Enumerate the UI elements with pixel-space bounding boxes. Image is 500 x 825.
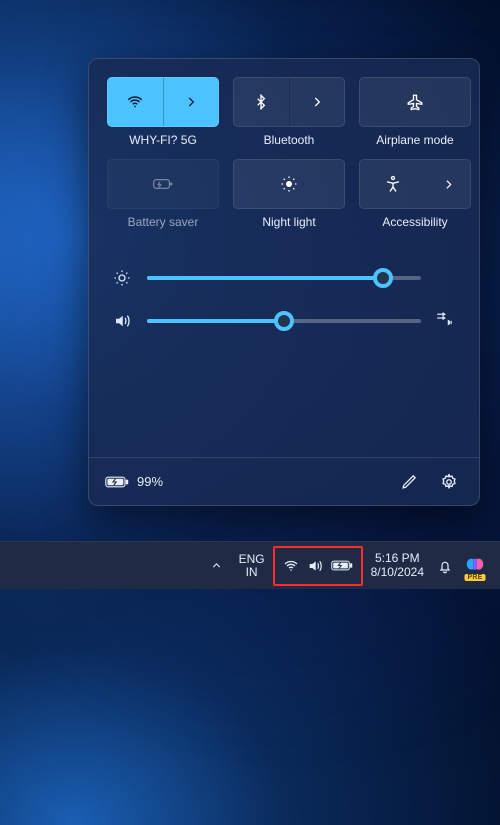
bell-icon: [437, 558, 453, 574]
wifi-icon: [126, 93, 144, 111]
brightness-slider[interactable]: [147, 276, 421, 280]
gear-icon: [440, 473, 458, 491]
brightness-icon: [113, 269, 133, 287]
accessibility-toggle[interactable]: [359, 159, 471, 209]
bluetooth-toggle-main[interactable]: [234, 78, 289, 126]
bluetooth-toggle[interactable]: [233, 77, 345, 127]
battery-charging-icon: [105, 475, 129, 489]
battery-saver-icon: [153, 176, 173, 192]
brightness-thumb[interactable]: [373, 268, 393, 288]
airplane-toggle[interactable]: [359, 77, 471, 127]
tray-wifi-icon: [283, 558, 299, 574]
brightness-row: [113, 269, 455, 287]
panel-footer: 99%: [89, 457, 479, 505]
night-light-toggle[interactable]: [233, 159, 345, 209]
copilot-button[interactable]: PRE: [458, 546, 492, 586]
sliders: [89, 233, 479, 358]
bluetooth-label: Bluetooth: [264, 133, 315, 147]
wifi-expand[interactable]: [164, 78, 219, 126]
airplane-label: Airplane mode: [376, 133, 453, 147]
language-line2: IN: [246, 566, 258, 579]
battery-text: 99%: [137, 474, 163, 489]
battery-saver-label: Battery saver: [128, 215, 199, 229]
clock-time: 5:16 PM: [375, 552, 420, 565]
quick-settings-panel: WHY-FI? 5G Bluetooth: [88, 58, 480, 506]
tray-overflow-button[interactable]: [203, 546, 231, 586]
wifi-label: WHY-FI? 5G: [129, 133, 197, 147]
chevron-right-icon: [442, 178, 455, 191]
tile-wifi: WHY-FI? 5G: [107, 77, 219, 147]
airplane-icon: [406, 93, 424, 111]
tile-night-light: Night light: [233, 159, 345, 229]
tile-airplane: Airplane mode: [359, 77, 471, 147]
volume-row: [113, 309, 455, 332]
battery-status[interactable]: 99%: [105, 474, 163, 489]
chevron-right-icon: [184, 95, 198, 109]
tile-battery-saver: Battery saver: [107, 159, 219, 229]
accessibility-toggle-main[interactable]: [360, 160, 427, 208]
copilot-icon: PRE: [464, 555, 486, 577]
accessibility-icon: [384, 175, 402, 193]
volume-slider[interactable]: [147, 319, 421, 323]
system-tray: ENG IN 5:16 PM 8/10/2024: [203, 542, 492, 589]
chevron-right-icon: [310, 95, 324, 109]
copilot-badge: PRE: [465, 574, 486, 581]
volume-thumb[interactable]: [274, 311, 294, 331]
pencil-icon: [401, 473, 418, 490]
tray-volume-icon: [307, 558, 323, 574]
chevron-up-icon: [210, 559, 223, 572]
language-line1: ENG: [239, 553, 265, 566]
audio-output-button[interactable]: [435, 309, 455, 332]
night-light-label: Night light: [262, 215, 315, 229]
language-switcher[interactable]: ENG IN: [231, 546, 273, 586]
wifi-toggle[interactable]: [107, 77, 219, 127]
notifications-button[interactable]: [432, 546, 458, 586]
clock-date: 8/10/2024: [371, 566, 424, 579]
night-light-icon: [280, 175, 298, 193]
volume-icon: [113, 312, 133, 330]
battery-saver-toggle[interactable]: [107, 159, 219, 209]
tray-battery-icon: [331, 559, 353, 572]
taskbar: ENG IN 5:16 PM 8/10/2024: [0, 541, 500, 589]
bluetooth-icon: [253, 94, 269, 110]
tile-bluetooth: Bluetooth: [233, 77, 345, 147]
quick-settings-tiles: WHY-FI? 5G Bluetooth: [89, 59, 479, 233]
bluetooth-expand[interactable]: [290, 78, 345, 126]
accessibility-expand[interactable]: [427, 160, 470, 208]
settings-button[interactable]: [431, 464, 467, 500]
edit-quick-settings-button[interactable]: [391, 464, 427, 500]
system-tray-icons[interactable]: [273, 546, 363, 586]
tile-accessibility: Accessibility: [359, 159, 471, 229]
wifi-toggle-main[interactable]: [108, 78, 163, 126]
clock[interactable]: 5:16 PM 8/10/2024: [363, 546, 432, 586]
accessibility-label: Accessibility: [382, 215, 447, 229]
